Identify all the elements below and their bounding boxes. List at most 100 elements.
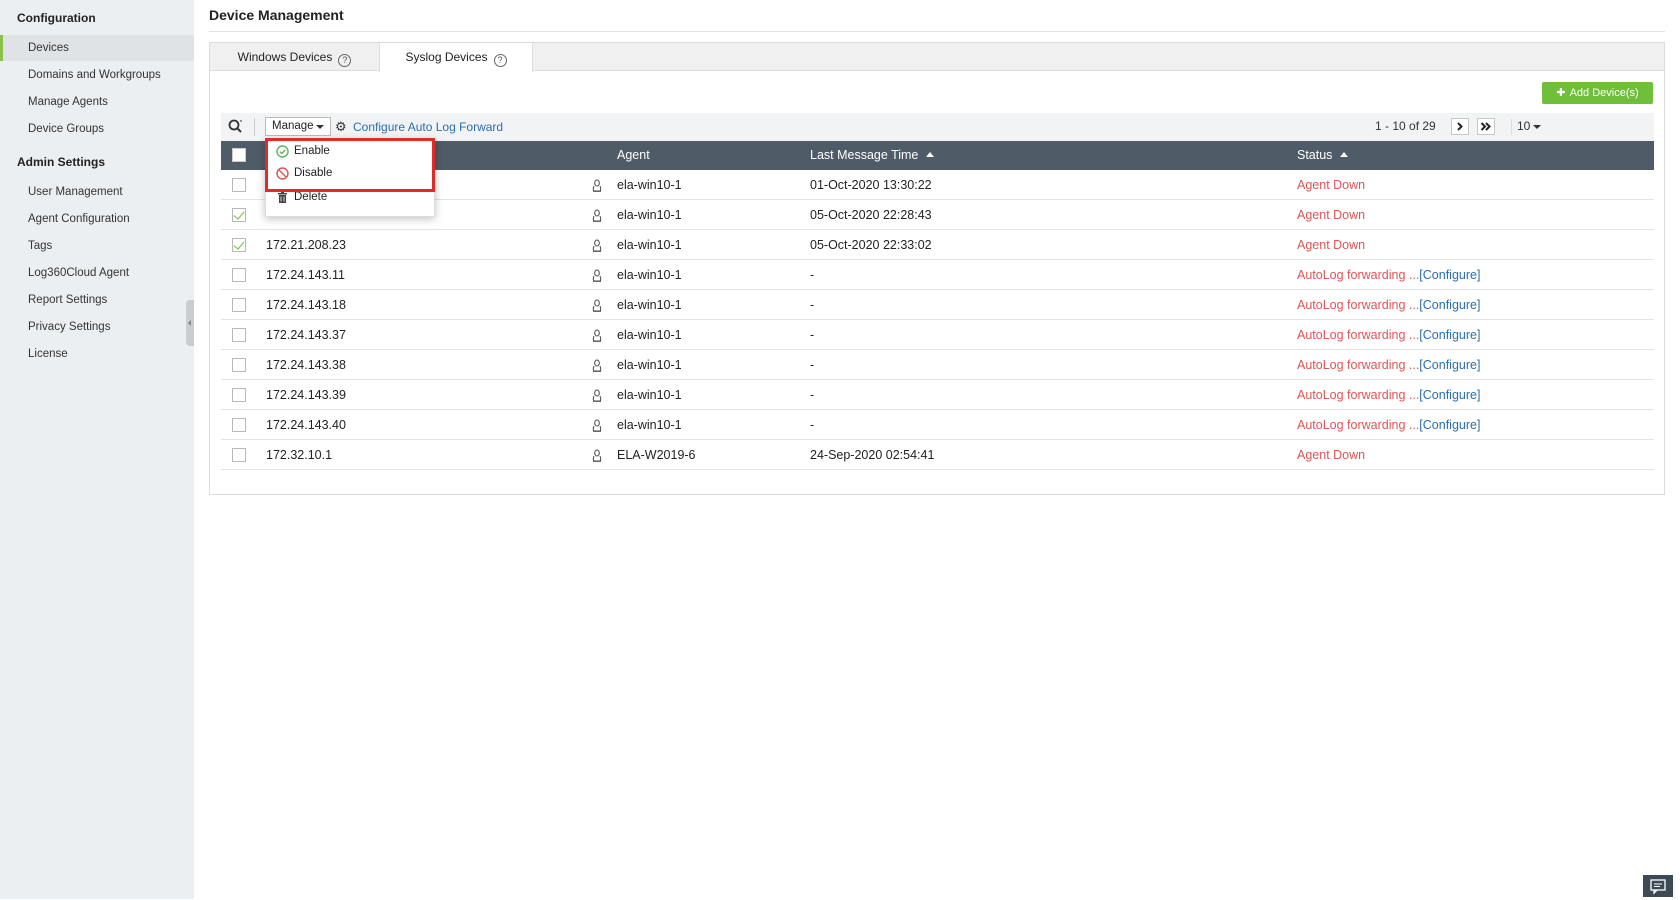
row-checkbox[interactable] xyxy=(232,298,246,312)
device-name: 172.32.10.1 xyxy=(266,448,333,462)
device-name: 172.24.143.38 xyxy=(266,358,346,372)
device-name: 172.21.208.23 xyxy=(266,238,346,252)
last-message-time: 24-Sep-2020 02:54:41 xyxy=(810,448,935,462)
help-icon[interactable]: ? xyxy=(338,54,352,67)
sidebar-item-device-groups[interactable]: Device Groups xyxy=(0,116,194,142)
manage-dropdown-button[interactable]: Manage xyxy=(265,117,331,136)
sidebar-section-admin-settings: Admin Settings xyxy=(17,155,106,169)
row-checkbox[interactable] xyxy=(232,328,246,342)
configure-link[interactable]: [Configure] xyxy=(1419,268,1480,282)
configure-auto-log-forward-link[interactable]: ⚙ Configure Auto Log Forward xyxy=(335,118,503,136)
table-row[interactable]: 172.24.143.37 ela-win10-1 - AutoLog forward… xyxy=(221,320,1654,350)
chevron-down-icon xyxy=(1533,125,1541,129)
tab-bar: Windows Devices? Syslog Devices? xyxy=(210,43,1664,72)
sidebar-item-privacy-settings[interactable]: Privacy Settings xyxy=(0,314,194,340)
row-checkbox[interactable] xyxy=(232,178,246,192)
linux-icon xyxy=(592,419,602,432)
sidebar-item-manage-agents[interactable]: Manage Agents xyxy=(0,89,194,115)
device-name: 172.24.143.37 xyxy=(266,328,346,342)
last-page-button[interactable] xyxy=(1477,118,1495,135)
status-text: AutoLog forwarding ... xyxy=(1297,358,1420,372)
chat-icon xyxy=(1650,879,1666,895)
table-row[interactable]: 172.24.143.40 ela-win10-1 - AutoLog forward… xyxy=(221,410,1654,440)
chat-button[interactable] xyxy=(1643,875,1673,897)
row-checkbox[interactable] xyxy=(232,388,246,402)
table-row[interactable]: 172.24.143.11 ela-win10-1 - AutoLog forward… xyxy=(221,260,1654,290)
last-message-time: 05-Oct-2020 22:28:43 xyxy=(810,208,932,222)
status-cell: AutoLog forwarding ...[Configure] xyxy=(1297,320,1480,350)
linux-icon xyxy=(592,449,602,462)
status-cell: AutoLog forwarding ...[Configure] xyxy=(1297,380,1480,410)
row-checkbox[interactable] xyxy=(232,238,246,252)
title-divider xyxy=(209,31,1665,32)
column-header-last-message-time[interactable]: Last Message Time xyxy=(810,141,935,170)
linux-icon xyxy=(592,359,602,372)
sidebar-collapse-handle[interactable] xyxy=(186,300,194,346)
table-row[interactable]: 172.24.143.18 ela-win10-1 - AutoLog forward… xyxy=(221,290,1654,320)
configure-link[interactable]: [Configure] xyxy=(1419,358,1480,372)
configure-link[interactable]: [Configure] xyxy=(1419,418,1480,432)
last-message-time: - xyxy=(810,358,815,372)
last-message-time: - xyxy=(810,418,815,432)
sidebar-item-tags[interactable]: Tags xyxy=(0,233,194,259)
table-body: ela-win10-1 01-Oct-2020 13:30:22 Agent Dow… xyxy=(221,170,1654,470)
chevron-down-icon xyxy=(316,125,324,129)
plus-icon: ✚ xyxy=(1556,87,1566,99)
device-name: 172.24.143.11 xyxy=(266,268,346,282)
table-row[interactable]: ela-win10-1 05-Oct-2020 22:28:43 Agent Dow… xyxy=(221,200,1654,230)
row-checkbox[interactable] xyxy=(232,358,246,372)
sidebar-item-log360cloud-agent[interactable]: Log360Cloud Agent xyxy=(0,260,194,286)
add-device-label: Add Device(s) xyxy=(1569,87,1639,99)
row-checkbox[interactable] xyxy=(232,418,246,432)
chevron-right-icon xyxy=(1457,122,1463,131)
sidebar-item-devices[interactable]: Devices xyxy=(0,35,194,61)
agent-name: ela-win10-1 xyxy=(617,358,682,372)
sidebar-item-report-settings[interactable]: Report Settings xyxy=(0,287,194,313)
configure-link[interactable]: [Configure] xyxy=(1419,328,1480,342)
select-all-checkbox[interactable] xyxy=(232,148,246,162)
table-row[interactable]: 172.21.208.23 ela-win10-1 05-Oct-2020 22:3… xyxy=(221,230,1654,260)
table-row[interactable]: ela-win10-1 01-Oct-2020 13:30:22 Agent Dow… xyxy=(221,170,1654,200)
status-text: Agent Down xyxy=(1297,238,1366,252)
help-icon[interactable]: ? xyxy=(493,54,507,67)
device-name: 172.24.143.18 xyxy=(266,298,346,312)
agent-name: ela-win10-1 xyxy=(617,298,682,312)
sidebar-item-domains-and-workgroups[interactable]: Domains and Workgroups xyxy=(0,62,194,88)
add-device-button[interactable]: ✚ Add Device(s) xyxy=(1542,82,1653,104)
agent-name: ela-win10-1 xyxy=(617,208,682,222)
row-checkbox[interactable] xyxy=(232,448,246,462)
device-name: 172.24.143.40 xyxy=(266,418,346,432)
next-page-button[interactable] xyxy=(1451,118,1469,135)
per-page-select[interactable]: 10 xyxy=(1511,119,1545,135)
table-row[interactable]: 172.24.143.39 ela-win10-1 - AutoLog forward… xyxy=(221,380,1654,410)
search-icon[interactable] xyxy=(227,118,245,136)
sidebar-item-license[interactable]: License xyxy=(0,341,194,367)
tab-syslog-devices[interactable]: Syslog Devices? xyxy=(379,43,533,72)
page-title: Device Management xyxy=(209,7,344,23)
linux-icon xyxy=(592,209,602,222)
table-row[interactable]: 172.24.143.38 ela-win10-1 - AutoLog forward… xyxy=(221,350,1654,380)
column-header-agent[interactable]: Agent xyxy=(617,141,650,170)
agent-name: ELA-W2019-6 xyxy=(617,448,696,462)
row-checkbox[interactable] xyxy=(232,208,246,222)
double-chevron-right-icon xyxy=(1480,122,1491,131)
device-name: 172.24.143.39 xyxy=(266,388,346,402)
agent-name: ela-win10-1 xyxy=(617,328,682,342)
table-row[interactable]: 172.32.10.1 ELA-W2019-6 24-Sep-2020 02:54:… xyxy=(221,440,1654,470)
sidebar-item-agent-configuration[interactable]: Agent Configuration xyxy=(0,206,194,232)
sidebar-item-user-management[interactable]: User Management xyxy=(0,179,194,205)
tab-windows-devices[interactable]: Windows Devices? xyxy=(210,43,379,72)
last-message-time: - xyxy=(810,268,815,282)
pager-range: 1 - 10 of 29 xyxy=(1375,119,1436,133)
row-checkbox[interactable] xyxy=(232,268,246,282)
status-cell: Agent Down xyxy=(1297,170,1365,200)
configure-link[interactable]: [Configure] xyxy=(1419,298,1480,312)
status-text: AutoLog forwarding ... xyxy=(1297,268,1420,282)
configure-link[interactable]: [Configure] xyxy=(1419,388,1480,402)
status-cell: AutoLog forwarding ...[Configure] xyxy=(1297,410,1480,440)
device-panel: Windows Devices? Syslog Devices? ✚ Add De… xyxy=(209,42,1665,495)
status-cell: Agent Down xyxy=(1297,230,1365,260)
toolbar-divider xyxy=(254,118,255,136)
column-header-last-message-time-label: Last Message Time xyxy=(810,148,919,162)
column-header-status[interactable]: Status xyxy=(1297,141,1349,170)
